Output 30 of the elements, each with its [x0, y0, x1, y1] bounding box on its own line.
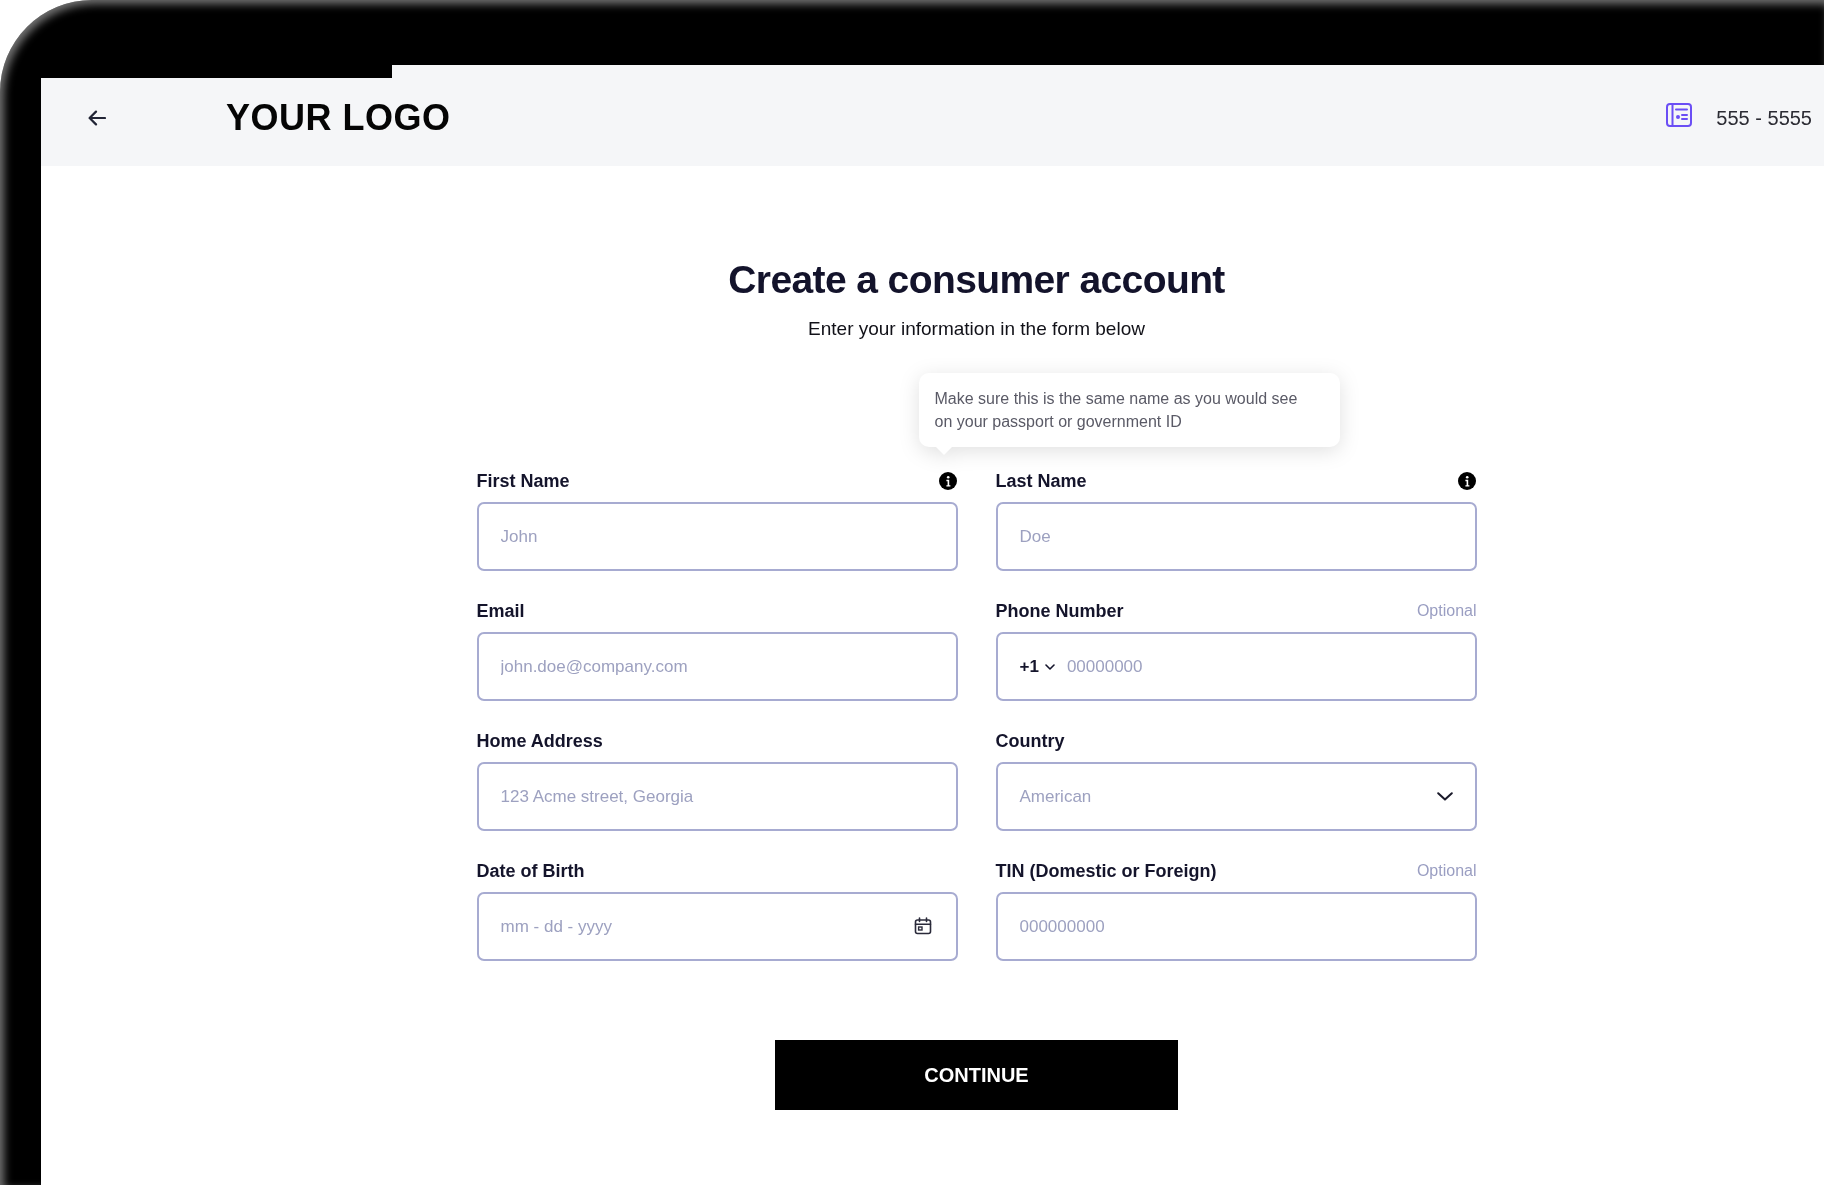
- input-field[interactable]: 000000000: [995, 892, 1477, 961]
- input-field[interactable]: john.doe@company.com: [476, 632, 958, 701]
- field-label: Home Address: [476, 730, 603, 752]
- field-label: Phone Number: [995, 600, 1124, 622]
- phone-field[interactable]: +1 00000000: [995, 632, 1477, 701]
- field-label: Date of Birth: [476, 860, 585, 882]
- field-label: Email: [476, 600, 525, 622]
- phone-number: 555 - 5555: [1716, 106, 1812, 130]
- page-title: Create a consumer account: [728, 257, 1225, 303]
- info-icon[interactable]: [938, 472, 957, 490]
- date-field[interactable]: mm - dd - yyyy: [476, 892, 958, 961]
- optional-label: Optional: [1416, 601, 1477, 621]
- info-icon[interactable]: [1457, 472, 1476, 490]
- continue-button[interactable]: CONTINUE: [775, 1040, 1178, 1110]
- optional-label: Optional: [1416, 861, 1477, 881]
- back-arrow-icon[interactable]: [88, 110, 106, 126]
- input-field[interactable]: 123 Acme street, Georgia: [476, 762, 958, 831]
- calendar-icon[interactable]: [913, 917, 932, 935]
- chevron-down-icon: [1436, 792, 1453, 801]
- field-label: First Name: [476, 470, 570, 492]
- field-label: TIN (Domestic or Foreign): [995, 860, 1217, 882]
- input-field[interactable]: John: [476, 502, 958, 571]
- field-label: Last Name: [995, 470, 1087, 492]
- logo-text: YOUR LOGO: [226, 98, 451, 138]
- chevron-down-icon: [1044, 663, 1055, 670]
- phone-icon: [1666, 103, 1693, 127]
- input-field[interactable]: Doe: [995, 502, 1477, 571]
- field-label: Country: [995, 730, 1065, 752]
- page-subtitle: Enter your information in the form below: [808, 317, 1145, 341]
- country-code-button[interactable]: +1: [1019, 656, 1055, 677]
